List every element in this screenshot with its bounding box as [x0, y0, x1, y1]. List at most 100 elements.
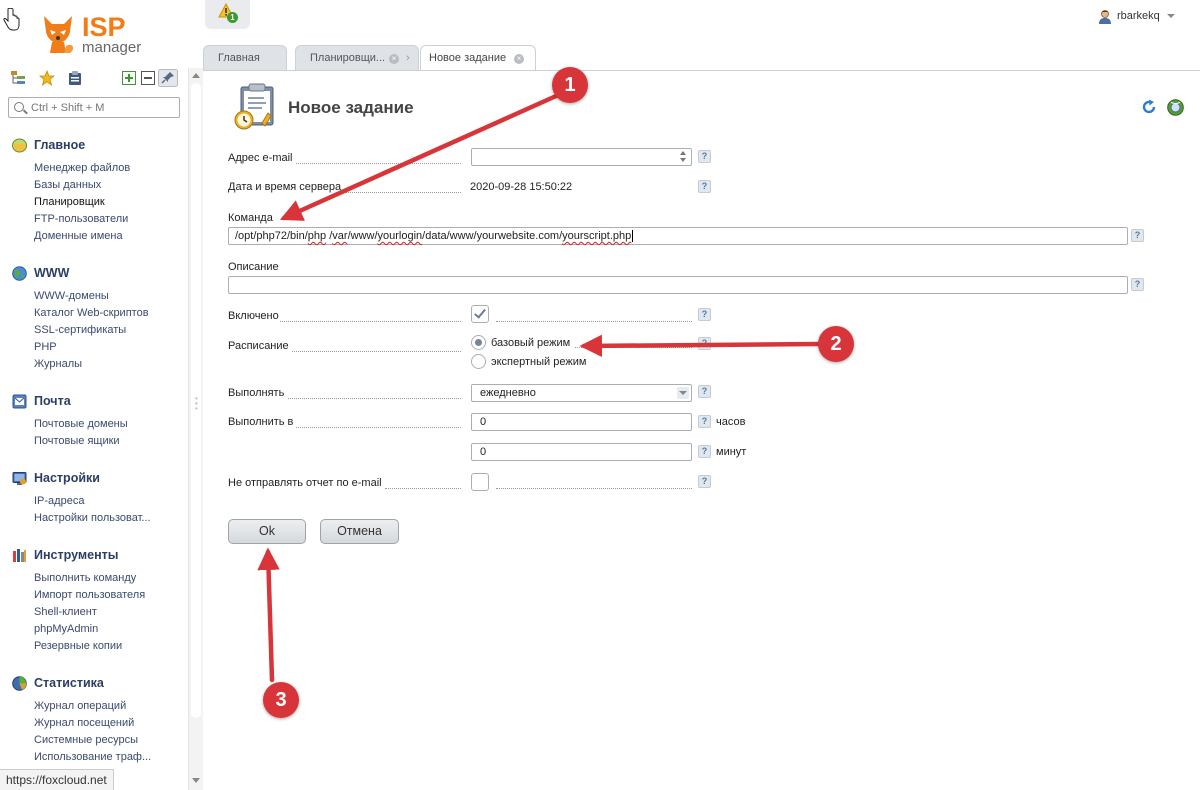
sidebar-item-mailboxes[interactable]: Почтовые ящики — [34, 435, 120, 448]
tab-new-task[interactable]: Новое задание × — [420, 45, 536, 71]
enabled-checkbox[interactable] — [471, 305, 489, 323]
command-input[interactable]: /opt/php72/bin/php /var/www/yourlogin/da… — [228, 227, 1128, 245]
nav-group-title: WWW — [34, 266, 70, 280]
description-input[interactable] — [228, 276, 1128, 294]
schedule-basic-label[interactable]: базовый режим — [491, 337, 570, 349]
sidebar-item-www-domains[interactable]: WWW-домены — [34, 290, 109, 303]
sidebar-search[interactable] — [8, 97, 180, 118]
sidebar-item-operation-log[interactable]: Журнал операций — [34, 700, 126, 713]
label-dots — [344, 192, 461, 193]
sidebar-item-traffic-usage[interactable]: Использование траф... — [34, 751, 151, 764]
sidebar-item-logs[interactable]: Журналы — [34, 358, 82, 371]
run-frequency-select[interactable]: ежедневно — [471, 384, 692, 402]
server-time-value: 2020-09-28 15:50:22 — [470, 181, 573, 193]
server-time-help-icon[interactable]: ? — [698, 180, 711, 193]
enabled-help-icon[interactable]: ? — [698, 308, 711, 321]
label-dots — [296, 163, 461, 164]
sidebar-search-input[interactable] — [31, 99, 176, 116]
command-help-icon[interactable]: ? — [1131, 229, 1144, 242]
sidebar-item-mail-domains[interactable]: Почтовые домены — [34, 418, 128, 431]
favorites-star-icon[interactable] — [39, 70, 55, 86]
dropdown-arrow-icon[interactable] — [677, 387, 689, 399]
splitter-grip-icon[interactable]: • • • — [195, 395, 198, 413]
status-bar-url: https://foxcloud.net — [0, 769, 114, 790]
minutes-unit: минут — [716, 446, 747, 458]
command-part: yourscript.php — [562, 230, 632, 242]
tab-home[interactable]: Главная — [203, 45, 287, 71]
scheduler-clipboard-icon — [234, 83, 274, 130]
tree-view-icon[interactable] — [10, 70, 26, 86]
annotation-marker-3: 3 — [263, 682, 299, 718]
ok-button[interactable]: Ok — [228, 519, 306, 544]
sidebar-item-ssl[interactable]: SSL-сертификаты — [34, 324, 126, 337]
sidebar-item-phpmyadmin[interactable]: phpMyAdmin — [34, 623, 98, 636]
sidebar-item-user-settings[interactable]: Настройки пользоват... — [34, 512, 151, 525]
schedule-basic-radio[interactable] — [471, 335, 486, 350]
tab-label: Главная — [218, 52, 260, 64]
sidebar-scrollbar[interactable]: • • • — [188, 68, 203, 790]
nav-group-header[interactable]: Настройки — [12, 470, 100, 486]
sidebar-item-run-command[interactable]: Выполнить команду — [34, 572, 136, 585]
sidebar-item-backups[interactable]: Резервные копии — [34, 640, 122, 653]
collapse-all-icon[interactable] — [140, 70, 156, 86]
sidebar-item-ftp-users[interactable]: FTP-пользователи — [34, 213, 128, 226]
sidebar-item-file-manager[interactable]: Менеджер файлов — [34, 162, 130, 175]
email-help-icon[interactable]: ? — [698, 150, 711, 163]
label-dots — [288, 398, 461, 399]
run-help-icon[interactable]: ? — [698, 385, 711, 398]
schedule-label: Расписание — [228, 340, 289, 352]
nav-group-title: Статистика — [34, 676, 104, 690]
chevron-down-icon — [1166, 14, 1175, 18]
nav-group-header[interactable]: Статистика — [12, 675, 104, 691]
nav-group-header[interactable]: WWW — [12, 265, 69, 281]
schedule-help-icon[interactable]: ? — [698, 337, 711, 350]
description-help-icon[interactable]: ? — [1131, 278, 1144, 291]
expand-all-icon[interactable] — [121, 70, 137, 86]
command-part: /www/ — [347, 230, 378, 242]
sidebar-item-web-scripts[interactable]: Каталог Web-скриптов — [34, 307, 149, 320]
minutes-input[interactable]: 0 — [471, 443, 692, 461]
email-spin-icon[interactable] — [680, 150, 688, 164]
no-report-help-icon[interactable]: ? — [698, 475, 711, 488]
sidebar-item-domains[interactable]: Доменные имена — [34, 230, 123, 243]
user-avatar-icon — [1099, 9, 1111, 24]
tab-label: Новое задание — [429, 52, 507, 64]
user-menu[interactable]: rbarkekq — [1098, 8, 1175, 24]
tab-close-icon[interactable]: × — [389, 54, 399, 64]
search-icon — [14, 102, 24, 112]
no-report-checkbox[interactable] — [471, 473, 489, 491]
sidebar-item-system-resources[interactable]: Системные ресурсы — [34, 734, 138, 747]
tab-close-icon[interactable]: × — [514, 54, 524, 64]
pin-icon[interactable] — [158, 69, 178, 87]
sidebar-item-php[interactable]: PHP — [34, 341, 57, 354]
schedule-expert-label[interactable]: экспертный режим — [491, 356, 586, 368]
sidebar-item-import-user[interactable]: Импорт пользователя — [34, 589, 145, 602]
sidebar-toolbar — [10, 69, 188, 90]
sidebar-item-databases[interactable]: Базы данных — [34, 179, 101, 192]
nav-group-title: Настройки — [34, 471, 100, 485]
nav-group-header[interactable]: Инструменты — [12, 547, 118, 563]
email-field[interactable] — [471, 148, 692, 166]
help-globe-icon[interactable] — [1167, 99, 1184, 116]
sidebar-item-scheduler[interactable]: Планировщик — [34, 196, 105, 209]
annotation-marker-1: 1 — [552, 67, 588, 103]
sidebar-item-shell-client[interactable]: Shell-клиент — [34, 606, 97, 619]
sidebar-item-ip-addresses[interactable]: IP-адреса — [34, 495, 84, 508]
scroll-down-icon[interactable] — [192, 778, 200, 783]
nav-group-header[interactable]: Почта — [12, 393, 71, 409]
sidebar-item-visit-log[interactable]: Журнал посещений — [34, 717, 134, 730]
mouse-cursor-icon — [3, 8, 20, 31]
hours-input[interactable]: 0 — [471, 413, 692, 431]
isp-manager-logo[interactable]: ISP manager — [40, 12, 160, 56]
command-part: /opt/php72/bin/ — [235, 230, 308, 242]
cancel-button[interactable]: Отмена — [320, 519, 399, 544]
notifications-button[interactable]: 1 — [205, 0, 250, 29]
hours-help-icon[interactable]: ? — [698, 415, 711, 428]
clipboard-icon[interactable] — [67, 70, 83, 86]
schedule-expert-radio[interactable] — [471, 354, 486, 369]
minutes-help-icon[interactable]: ? — [698, 445, 711, 458]
nav-group-header[interactable]: Главное — [12, 137, 85, 153]
refresh-icon[interactable] — [1141, 99, 1157, 115]
scroll-up-icon[interactable] — [192, 73, 200, 78]
tab-scheduler[interactable]: Планировщи... × › — [295, 45, 419, 71]
